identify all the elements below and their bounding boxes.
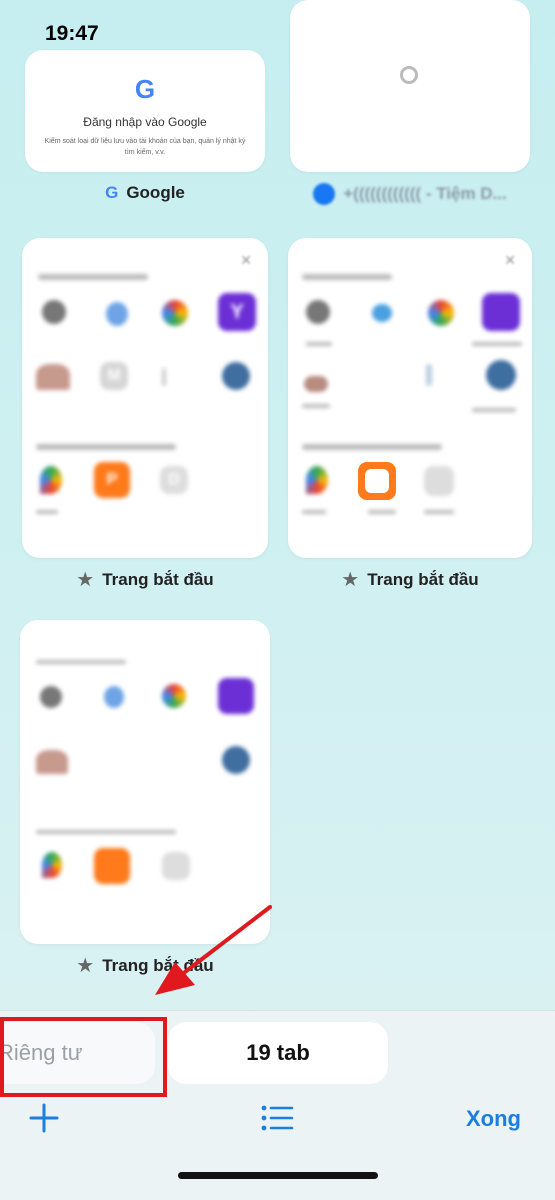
tab-card-facebook[interactable] — [290, 0, 530, 172]
loading-spinner-icon — [400, 66, 418, 84]
tab-caption-start-1: ★ Trang bắt đầu — [76, 569, 214, 591]
tab-card-start-2[interactable]: ✕ — [288, 238, 532, 558]
tab-card-start-1[interactable]: ✕ Y M P D — [22, 238, 268, 558]
tab-caption-start-3: ★ Trang bắt đầu — [76, 955, 214, 977]
highlight-box — [0, 1017, 167, 1097]
app-icon-orange: P — [94, 462, 130, 498]
tab-card-google[interactable]: G Đăng nhập vào Google Kiểm soát loại dữ… — [25, 50, 265, 172]
facebook-icon — [313, 183, 336, 205]
google-signin-text: Kiểm soát loại dữ liệu lưu vào tài khoản… — [44, 138, 246, 156]
home-indicator — [178, 1172, 378, 1179]
list-icon[interactable] — [260, 1104, 294, 1132]
tab-caption-facebook: +(((((((((((( - Tiệm D... — [290, 183, 530, 205]
close-tab-icon[interactable]: ✕ — [240, 252, 252, 269]
tab-count-button[interactable]: 19 tab — [168, 1022, 388, 1084]
tab-caption-google: G Google — [105, 183, 185, 202]
star-icon: ★ — [76, 569, 95, 591]
star-icon: ★ — [76, 955, 95, 977]
app-icon-purple: Y — [218, 293, 256, 331]
close-tab-icon[interactable]: ✕ — [504, 252, 516, 269]
google-icon: G — [105, 183, 119, 202]
google-logo-icon: G — [134, 74, 156, 104]
tab-caption-start-2: ★ Trang bắt đầu — [341, 569, 479, 591]
plus-icon[interactable] — [26, 1100, 62, 1136]
tab-card-start-3[interactable] — [20, 620, 270, 944]
google-signin-heading: Đăng nhập vào Google — [83, 115, 207, 129]
done-button[interactable]: Xong — [466, 1106, 521, 1132]
star-icon: ★ — [341, 569, 360, 591]
status-time: 19:47 — [45, 22, 99, 45]
